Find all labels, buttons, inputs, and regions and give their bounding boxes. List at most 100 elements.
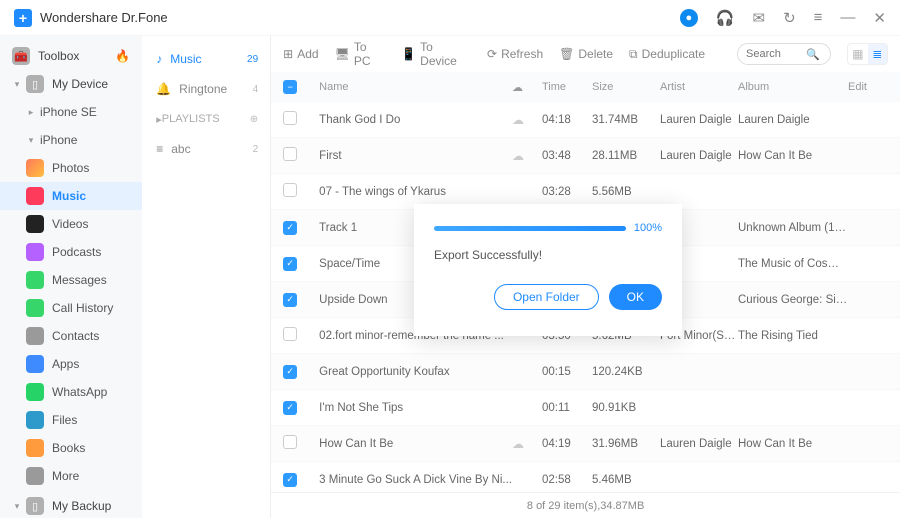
cell-time: 00:15	[542, 366, 592, 378]
sidebar-item-messages[interactable]: Messages	[0, 266, 142, 294]
sidebar-label: Contacts	[52, 329, 99, 343]
row-checkbox[interactable]: ✓	[283, 293, 297, 307]
plus-icon: ⊞	[283, 47, 293, 61]
table-row[interactable]: ✓I'm Not She Tips00:1190.91KB	[271, 390, 900, 426]
list-menu-icon[interactable]: ≡	[814, 9, 823, 26]
row-checkbox[interactable]: ✓	[283, 401, 297, 415]
midcol-music[interactable]: ♪ Music 29	[142, 44, 270, 74]
cell-time: 03:28	[542, 186, 592, 198]
row-checkbox[interactable]	[283, 111, 297, 125]
sidebar-item-podcasts[interactable]: Podcasts	[0, 238, 142, 266]
sidebar-label: WhatsApp	[52, 385, 107, 399]
cell-size: 120.24KB	[592, 366, 660, 378]
cloud-icon: ☁	[512, 149, 542, 163]
trash-icon: 🗑	[559, 47, 574, 61]
sidebar-item-music[interactable]: Music	[0, 182, 142, 210]
mail-icon[interactable]: ✉	[753, 9, 766, 27]
toolbar-delete[interactable]: 🗑Delete	[559, 47, 613, 61]
toolbar-refresh[interactable]: ⟳Refresh	[487, 47, 543, 61]
col-size[interactable]: Size	[592, 81, 660, 93]
sidebar-label: My Backup	[52, 499, 111, 513]
midcol-playlist-abc[interactable]: ≡ abc 2	[142, 134, 270, 164]
table-row[interactable]: Thank God I Do☁04:1831.74MBLauren Daigle…	[271, 102, 900, 138]
modal-message: Export Successfully!	[434, 248, 662, 262]
row-checkbox[interactable]	[283, 327, 297, 341]
table-row[interactable]: ✓3 Minute Go Suck A Dick Vine By Ni...02…	[271, 462, 900, 492]
sidebar-item-more[interactable]: More	[0, 462, 142, 490]
row-checkbox[interactable]	[283, 147, 297, 161]
col-album[interactable]: Album	[738, 81, 848, 93]
sidebar-device-iphone-se[interactable]: ▸ iPhone SE	[0, 98, 142, 126]
cell-time: 00:11	[542, 402, 592, 414]
table-row[interactable]: ✓Great Opportunity Koufax00:15120.24KB	[271, 354, 900, 390]
row-checkbox[interactable]: ✓	[283, 257, 297, 271]
cell-time: 03:48	[542, 150, 592, 162]
midcol-ringtone[interactable]: 🔔 Ringtone 4	[142, 74, 270, 104]
sidebar-item-apps[interactable]: Apps	[0, 350, 142, 378]
headset-icon[interactable]: 🎧	[716, 9, 735, 27]
videos-icon	[26, 215, 44, 233]
row-checkbox[interactable]: ✓	[283, 473, 297, 487]
cell-size: 28.11MB	[592, 150, 660, 162]
grid-view-button[interactable]: ▦	[848, 44, 867, 64]
col-time[interactable]: Time	[542, 81, 592, 93]
cell-artist: Lauren Daigle	[660, 438, 738, 450]
sidebar-item-videos[interactable]: Videos	[0, 210, 142, 238]
row-checkbox[interactable]	[283, 183, 297, 197]
cell-album: How Can It Be	[738, 150, 848, 162]
list-view-button[interactable]: ≣	[868, 44, 887, 64]
podcasts-icon	[26, 243, 44, 261]
cell-size: 5.46MB	[592, 474, 660, 486]
account-icon[interactable]: ●	[680, 9, 698, 27]
sidebar-item-contacts[interactable]: Contacts	[0, 322, 142, 350]
cell-size: 5.56MB	[592, 186, 660, 198]
row-checkbox[interactable]	[283, 435, 297, 449]
chevron-right-icon: ▸	[26, 107, 36, 118]
close-button[interactable]: ✕	[873, 9, 886, 27]
search-input[interactable]	[746, 48, 806, 60]
photos-icon	[26, 159, 44, 177]
cell-album: Curious George: Sing-...	[738, 294, 848, 306]
history-icon[interactable]: ↻	[783, 9, 796, 27]
view-toggle: ▦ ≣	[847, 43, 888, 65]
sidebar-my-backup[interactable]: ▾ ▯ My Backup	[0, 492, 142, 518]
sidebar-item-call-history[interactable]: Call History	[0, 294, 142, 322]
chevron-down-icon: ▾	[26, 135, 36, 146]
sidebar-toolbox[interactable]: 🧰 Toolbox 🔥	[0, 42, 142, 70]
toolbar-deduplicate[interactable]: ⧉Deduplicate	[629, 47, 705, 62]
sidebar-item-files[interactable]: Files	[0, 406, 142, 434]
sidebar: 🧰 Toolbox 🔥 ▾ ▯ My Device ▸ iPhone SE ▾ …	[0, 36, 142, 518]
row-checkbox[interactable]: ✓	[283, 365, 297, 379]
cell-time: 02:58	[542, 474, 592, 486]
sidebar-label: Files	[52, 413, 77, 427]
table-row[interactable]: How Can It Be☁04:1931.96MBLauren DaigleH…	[271, 426, 900, 462]
cell-time: 04:19	[542, 438, 592, 450]
sidebar-item-photos[interactable]: Photos	[0, 154, 142, 182]
sidebar-item-whatsapp[interactable]: WhatsApp	[0, 378, 142, 406]
files-icon	[26, 411, 44, 429]
minimize-button[interactable]: —	[840, 9, 855, 26]
col-artist[interactable]: Artist	[660, 81, 738, 93]
sidebar-my-device[interactable]: ▾ ▯ My Device	[0, 70, 142, 98]
ok-button[interactable]: OK	[609, 284, 662, 310]
cell-album: Lauren Daigle	[738, 114, 848, 126]
titlebar: + Wondershare Dr.Fone ● 🎧 ✉ ↻ ≡ — ✕	[0, 0, 900, 36]
col-edit[interactable]: Edit	[848, 81, 888, 93]
toolbar-add[interactable]: ⊞Add	[283, 47, 318, 61]
sidebar-label: Apps	[52, 357, 79, 371]
sidebar-item-books[interactable]: Books	[0, 434, 142, 462]
open-folder-button[interactable]: Open Folder	[494, 284, 599, 310]
select-all-checkbox[interactable]: −	[283, 80, 297, 94]
toolbar-to-pc[interactable]: 🖥To PC	[335, 40, 386, 68]
toolbar-to-device[interactable]: 📱To Device	[401, 40, 471, 68]
phone-icon: ▯	[26, 75, 44, 93]
table-row[interactable]: First☁03:4828.11MBLauren DaigleHow Can I…	[271, 138, 900, 174]
search-box[interactable]: 🔍	[737, 43, 831, 65]
add-playlist-icon[interactable]: ⊕	[250, 114, 258, 125]
fire-icon: 🔥	[115, 49, 130, 63]
row-checkbox[interactable]: ✓	[283, 221, 297, 235]
sidebar-device-iphone[interactable]: ▾ iPhone	[0, 126, 142, 154]
progress-percent: 100%	[634, 222, 662, 234]
cell-name: How Can It Be	[313, 438, 512, 450]
col-name[interactable]: Name	[313, 81, 512, 93]
